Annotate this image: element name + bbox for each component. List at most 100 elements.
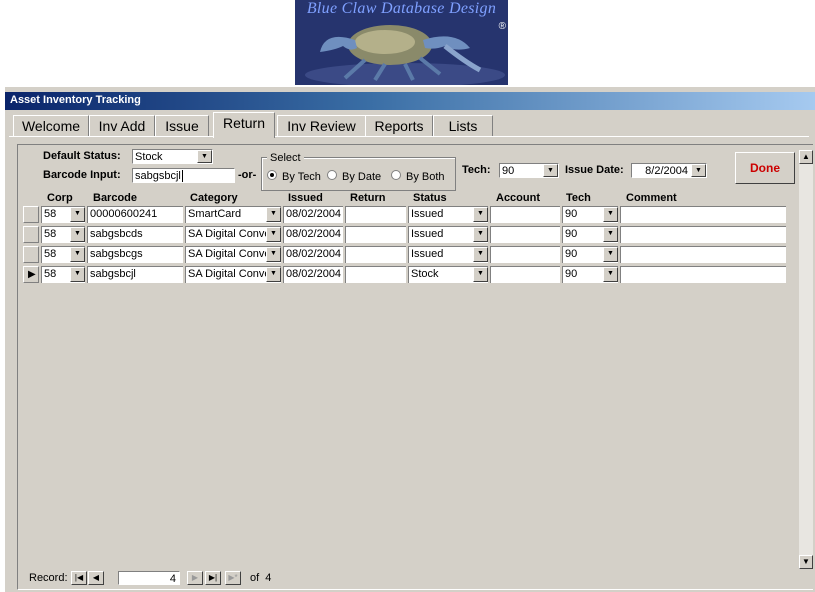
- chevron-down-icon[interactable]: ▼: [603, 247, 618, 262]
- barcode-input-label: Barcode Input:: [43, 169, 121, 181]
- cell-status[interactable]: Issued ▼: [408, 206, 488, 223]
- radio-by-tech[interactable]: [267, 170, 277, 180]
- radio-by-date[interactable]: [327, 170, 337, 180]
- tab-welcome[interactable]: Welcome: [13, 115, 89, 137]
- tab-inv-review[interactable]: Inv Review: [277, 115, 366, 137]
- cell-corp[interactable]: 58 ▼: [41, 226, 85, 243]
- cell-category[interactable]: SA Digital Conve ▼: [185, 226, 281, 243]
- window-title: Asset Inventory Tracking: [10, 94, 141, 106]
- barcode-value: sabgsbcjl: [90, 268, 136, 280]
- column-header-return: Return: [350, 192, 386, 204]
- cell-comment[interactable]: [620, 226, 786, 243]
- previous-record-icon[interactable]: ◀: [88, 571, 104, 585]
- chevron-down-icon[interactable]: ▼: [70, 267, 85, 282]
- tab-reports[interactable]: Reports: [365, 115, 433, 137]
- cell-return[interactable]: [345, 246, 406, 263]
- cell-barcode[interactable]: sabgsbcjl: [87, 266, 183, 283]
- cell-account[interactable]: [490, 266, 560, 283]
- cell-issued[interactable]: 08/02/2004: [283, 266, 343, 283]
- cell-issued[interactable]: 08/02/2004: [283, 226, 343, 243]
- chevron-down-icon[interactable]: ▼: [266, 207, 281, 222]
- cell-account[interactable]: [490, 246, 560, 263]
- cell-tech[interactable]: 90 ▼: [562, 246, 618, 263]
- cell-barcode[interactable]: sabgsbcds: [87, 226, 183, 243]
- cell-corp[interactable]: 58 ▼: [41, 266, 85, 283]
- tech-value: 90: [565, 228, 578, 240]
- chevron-down-icon[interactable]: ▼: [70, 227, 85, 242]
- vertical-scrollbar[interactable]: ▲ ▼: [798, 150, 813, 569]
- cell-return[interactable]: [345, 226, 406, 243]
- row-selector[interactable]: [23, 226, 39, 243]
- chevron-down-icon[interactable]: ▼: [473, 227, 488, 242]
- cell-category[interactable]: SA Digital Conve ▼: [185, 246, 281, 263]
- cell-comment[interactable]: [620, 206, 786, 223]
- default-status-select[interactable]: Stock ▼: [132, 149, 213, 164]
- cell-category[interactable]: SA Digital Conve ▼: [185, 266, 281, 283]
- tab-return[interactable]: Return: [213, 112, 275, 138]
- chevron-down-icon[interactable]: ▼: [70, 247, 85, 262]
- tab-lists[interactable]: Lists: [433, 115, 493, 137]
- status-value: Stock: [411, 268, 439, 280]
- cell-issued[interactable]: 08/02/2004: [283, 246, 343, 263]
- issue-date-value: 8/2/2004: [645, 165, 688, 177]
- cell-tech[interactable]: 90 ▼: [562, 206, 618, 223]
- barcode-input[interactable]: sabgsbcjl: [132, 168, 235, 183]
- cell-status[interactable]: Issued ▼: [408, 226, 488, 243]
- scroll-down-icon[interactable]: ▼: [799, 555, 813, 569]
- cell-comment[interactable]: [620, 246, 786, 263]
- cell-status[interactable]: Issued ▼: [408, 246, 488, 263]
- row-selector[interactable]: [23, 246, 39, 263]
- chevron-down-icon[interactable]: ▼: [197, 150, 212, 163]
- chevron-down-icon[interactable]: ▼: [603, 267, 618, 282]
- chevron-down-icon[interactable]: ▼: [603, 227, 618, 242]
- last-record-icon[interactable]: ▶|: [205, 571, 221, 585]
- column-header-issued: Issued: [288, 192, 323, 204]
- radio-by-tech-label: By Tech: [282, 171, 321, 183]
- row-selector[interactable]: [23, 206, 39, 223]
- next-record-icon[interactable]: ▶: [187, 571, 203, 585]
- tech-value: 90: [565, 248, 578, 260]
- issue-date-select[interactable]: 8/2/2004 ▼: [631, 163, 707, 178]
- column-header-category: Category: [190, 192, 238, 204]
- radio-by-date-label: By Date: [342, 171, 382, 183]
- radio-by-both[interactable]: [391, 170, 401, 180]
- cell-corp[interactable]: 58 ▼: [41, 206, 85, 223]
- cell-issued[interactable]: 08/02/2004: [283, 206, 343, 223]
- chevron-down-icon[interactable]: ▼: [70, 207, 85, 222]
- chevron-down-icon[interactable]: ▼: [266, 267, 281, 282]
- cell-tech[interactable]: 90 ▼: [562, 226, 618, 243]
- tech-filter-value: 90: [502, 165, 515, 177]
- chevron-down-icon[interactable]: ▼: [473, 267, 488, 282]
- cell-corp[interactable]: 58 ▼: [41, 246, 85, 263]
- cell-return[interactable]: [345, 206, 406, 223]
- cell-account[interactable]: [490, 206, 560, 223]
- tab-inv-add[interactable]: Inv Add: [89, 115, 155, 137]
- cell-category[interactable]: SmartCard ▼: [185, 206, 281, 223]
- record-count-label: of 4: [250, 572, 272, 584]
- current-record-icon: ▶: [28, 269, 36, 280]
- chevron-down-icon[interactable]: ▼: [266, 247, 281, 262]
- cell-barcode[interactable]: sabgsbcgs: [87, 246, 183, 263]
- tab-issue[interactable]: Issue: [155, 115, 209, 137]
- chevron-down-icon[interactable]: ▼: [543, 164, 558, 177]
- chevron-down-icon[interactable]: ▼: [603, 207, 618, 222]
- chevron-down-icon[interactable]: ▼: [691, 164, 706, 177]
- cell-barcode[interactable]: 00000600241: [87, 206, 183, 223]
- scroll-up-icon[interactable]: ▲: [799, 150, 813, 164]
- tech-filter-select[interactable]: 90 ▼: [499, 163, 559, 178]
- done-button[interactable]: Done: [735, 152, 795, 184]
- chevron-down-icon[interactable]: ▼: [473, 207, 488, 222]
- cell-comment[interactable]: [620, 266, 786, 283]
- new-record-icon[interactable]: ▶*: [225, 571, 241, 585]
- record-number-input[interactable]: 4: [118, 571, 180, 585]
- title-bar[interactable]: Asset Inventory Tracking: [5, 92, 815, 110]
- chevron-down-icon[interactable]: ▼: [266, 227, 281, 242]
- cell-return[interactable]: [345, 266, 406, 283]
- cell-tech[interactable]: 90 ▼: [562, 266, 618, 283]
- record-label: Record:: [29, 572, 68, 584]
- first-record-icon[interactable]: |◀: [71, 571, 87, 585]
- row-selector[interactable]: ▶: [23, 266, 39, 283]
- cell-status[interactable]: Stock ▼: [408, 266, 488, 283]
- chevron-down-icon[interactable]: ▼: [473, 247, 488, 262]
- cell-account[interactable]: [490, 226, 560, 243]
